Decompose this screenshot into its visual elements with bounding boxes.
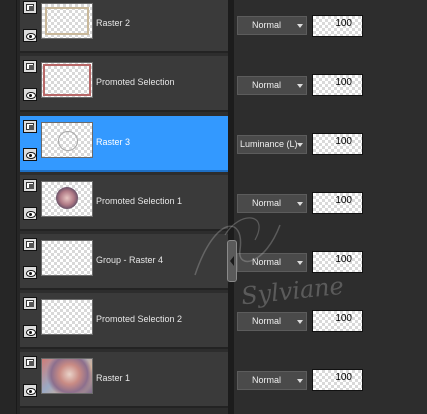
opacity-field[interactable]: 100 xyxy=(312,192,363,214)
blend-mode-value: Normal xyxy=(252,80,282,90)
visibility-eye-icon[interactable] xyxy=(23,384,37,397)
layer-type-icon[interactable] xyxy=(23,1,37,14)
layer-name: Promoted Selection 1 xyxy=(96,196,183,206)
chevron-down-icon xyxy=(297,24,303,28)
layer-name: Promoted Selection xyxy=(96,77,175,87)
layer-thumbnail xyxy=(41,122,93,158)
layer-thumbnail xyxy=(41,299,93,335)
blend-mode-value: Luminance (L) xyxy=(240,139,298,149)
layer-type-icon[interactable] xyxy=(23,297,37,310)
layer-name: Raster 2 xyxy=(96,18,131,28)
layer-type-icon[interactable] xyxy=(23,179,37,192)
layer-name: Raster 3 xyxy=(96,137,131,147)
opacity-value: 100 xyxy=(335,254,352,265)
layer-thumbnail xyxy=(41,181,93,217)
opacity-value: 100 xyxy=(335,18,352,29)
opacity-field[interactable]: 100 xyxy=(312,15,363,37)
blend-mode-dropdown[interactable]: Normal xyxy=(237,16,307,35)
layer-thumbnail xyxy=(41,240,93,276)
visibility-eye-icon[interactable] xyxy=(23,88,37,101)
layer-row-promoted-selection[interactable]: Promoted Selection xyxy=(20,56,228,112)
opacity-field[interactable]: 100 xyxy=(312,251,363,273)
blend-mode-value: Normal xyxy=(252,375,282,385)
opacity-value: 100 xyxy=(335,195,352,206)
visibility-eye-icon[interactable] xyxy=(23,29,37,42)
blend-mode-dropdown[interactable]: Luminance (L) xyxy=(237,135,307,154)
left-toolbar-strip xyxy=(0,0,20,414)
watermark: Sylviane xyxy=(185,205,345,315)
chevron-down-icon xyxy=(297,202,303,206)
layer-row-raster-3[interactable]: Raster 3 xyxy=(20,116,228,172)
layer-thumbnail xyxy=(41,62,93,98)
opacity-field[interactable]: 100 xyxy=(312,133,363,155)
layer-type-icon[interactable] xyxy=(23,356,37,369)
layer-name: Group - Raster 4 xyxy=(96,255,164,265)
blend-mode-value: Normal xyxy=(252,20,282,30)
opacity-value: 100 xyxy=(335,372,352,383)
visibility-eye-icon[interactable] xyxy=(23,325,37,338)
left-separator xyxy=(16,0,17,414)
visibility-eye-icon[interactable] xyxy=(23,266,37,279)
opacity-value: 100 xyxy=(335,313,352,324)
chevron-down-icon xyxy=(297,84,303,88)
layer-thumbnail xyxy=(41,3,93,39)
layer-type-icon[interactable] xyxy=(23,238,37,251)
blend-mode-value: Normal xyxy=(252,316,282,326)
opacity-field[interactable]: 100 xyxy=(312,310,363,332)
chevron-down-icon xyxy=(297,379,303,383)
layer-type-icon[interactable] xyxy=(23,120,37,133)
visibility-eye-icon[interactable] xyxy=(23,148,37,161)
layer-name: Promoted Selection 2 xyxy=(96,314,183,324)
layer-row-raster-2[interactable]: Raster 2 xyxy=(20,0,228,53)
layer-thumbnail xyxy=(41,358,93,394)
layers-panel: Raster 2 Normal 100 Promoted Selection N… xyxy=(0,0,427,414)
blend-mode-dropdown[interactable]: Normal xyxy=(237,76,307,95)
layer-row-raster-1[interactable]: Raster 1 xyxy=(20,352,228,408)
opacity-value: 100 xyxy=(335,77,352,88)
visibility-eye-icon[interactable] xyxy=(23,207,37,220)
chevron-down-icon xyxy=(297,143,303,147)
opacity-field[interactable]: 100 xyxy=(312,74,363,96)
blend-mode-dropdown[interactable]: Normal xyxy=(237,371,307,390)
layer-type-icon[interactable] xyxy=(23,60,37,73)
opacity-field[interactable]: 100 xyxy=(312,369,363,391)
layer-name: Raster 1 xyxy=(96,373,131,383)
watermark-flourish-icon xyxy=(194,217,281,276)
chevron-down-icon xyxy=(297,320,303,324)
chevron-down-icon xyxy=(297,261,303,265)
opacity-value: 100 xyxy=(335,136,352,147)
